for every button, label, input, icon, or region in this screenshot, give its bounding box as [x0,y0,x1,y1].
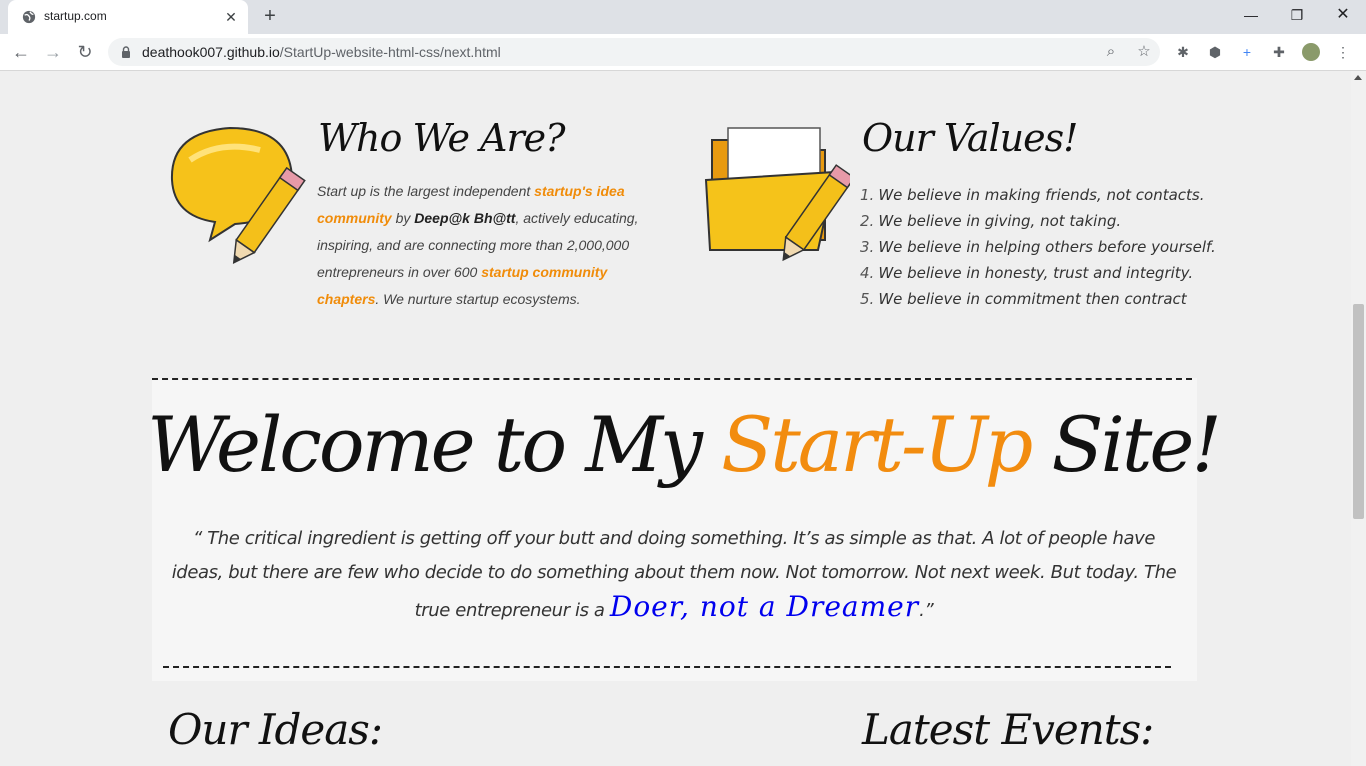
zoom-icon[interactable]: ⌕ [1102,43,1120,61]
tab-title: startup.com [44,9,107,23]
minimize-button[interactable]: — [1228,0,1274,30]
plus-extension-icon[interactable]: + [1238,43,1256,61]
bookmark-star-icon[interactable]: ☆ [1135,43,1153,61]
browser-tab[interactable]: startup.com ✕ [8,0,248,34]
list-item: 1. We believe in making friends, not cont… [860,186,1205,204]
values-list: 1. We believe in making friends, not cont… [860,184,1216,314]
list-item: 2. We believe in giving, not taking. [860,212,1122,230]
restore-button[interactable]: ❐ [1274,0,1320,30]
url-text[interactable]: deathook007.github.io/StartUp-website-ht… [142,44,501,60]
shield-extension-icon[interactable]: ⬢ [1206,43,1224,61]
latest-events-heading: Latest Events: [862,705,1154,754]
browser-toolbar: ← → ↻ deathook007.github.io/StartUp-webs… [0,34,1366,71]
puzzle-extensions-icon[interactable]: ✚ [1270,43,1288,61]
welcome-title: Welcome to My Start-Up Site! [147,400,1222,489]
reload-icon[interactable]: ↻ [73,41,97,63]
dashed-divider-bottom [163,666,1171,668]
tab-close-icon[interactable]: ✕ [222,8,240,26]
who-we-are-heading: Who We Are? [318,116,565,160]
list-item: 4. We believe in honesty, trust and integ… [860,264,1194,282]
entrepreneur-quote: “ The critical ingredient is getting off… [171,528,1177,623]
author-name: Deep@k Bh@tt [414,210,516,226]
lock-icon [122,46,130,58]
bug-extension-icon[interactable]: ✱ [1174,43,1192,61]
close-window-button[interactable]: ✕ [1320,0,1366,30]
speech-bubble-pencil-icon [170,126,306,264]
scroll-up-arrow-icon[interactable] [1354,75,1362,80]
menu-kebab-icon[interactable]: ⋮ [1334,43,1352,61]
back-icon[interactable]: ← [9,41,33,63]
profile-avatar[interactable] [1302,43,1320,61]
globe-icon [22,10,36,24]
our-ideas-heading: Our Ideas: [168,705,383,754]
our-values-heading: Our Values! [862,116,1078,160]
tab-strip: startup.com ✕ + — ❐ ✕ [0,0,1366,34]
dashed-divider-top [152,378,1192,380]
list-item: 5. We believe in commitment then contract [860,290,1187,308]
who-we-are-text: Start up is the largest independent star… [317,183,639,307]
list-item: 3. We believe in helping others before yo… [860,238,1216,256]
folder-pencil-icon [704,127,850,262]
forward-icon[interactable]: → [41,41,65,63]
startup-accent-text: Start-Up [721,400,1033,489]
new-tab-button[interactable]: + [259,6,281,28]
address-bar[interactable]: deathook007.github.io/StartUp-website-ht… [108,38,1160,66]
doer-highlight: Doer, not a Dreamer [609,590,920,623]
